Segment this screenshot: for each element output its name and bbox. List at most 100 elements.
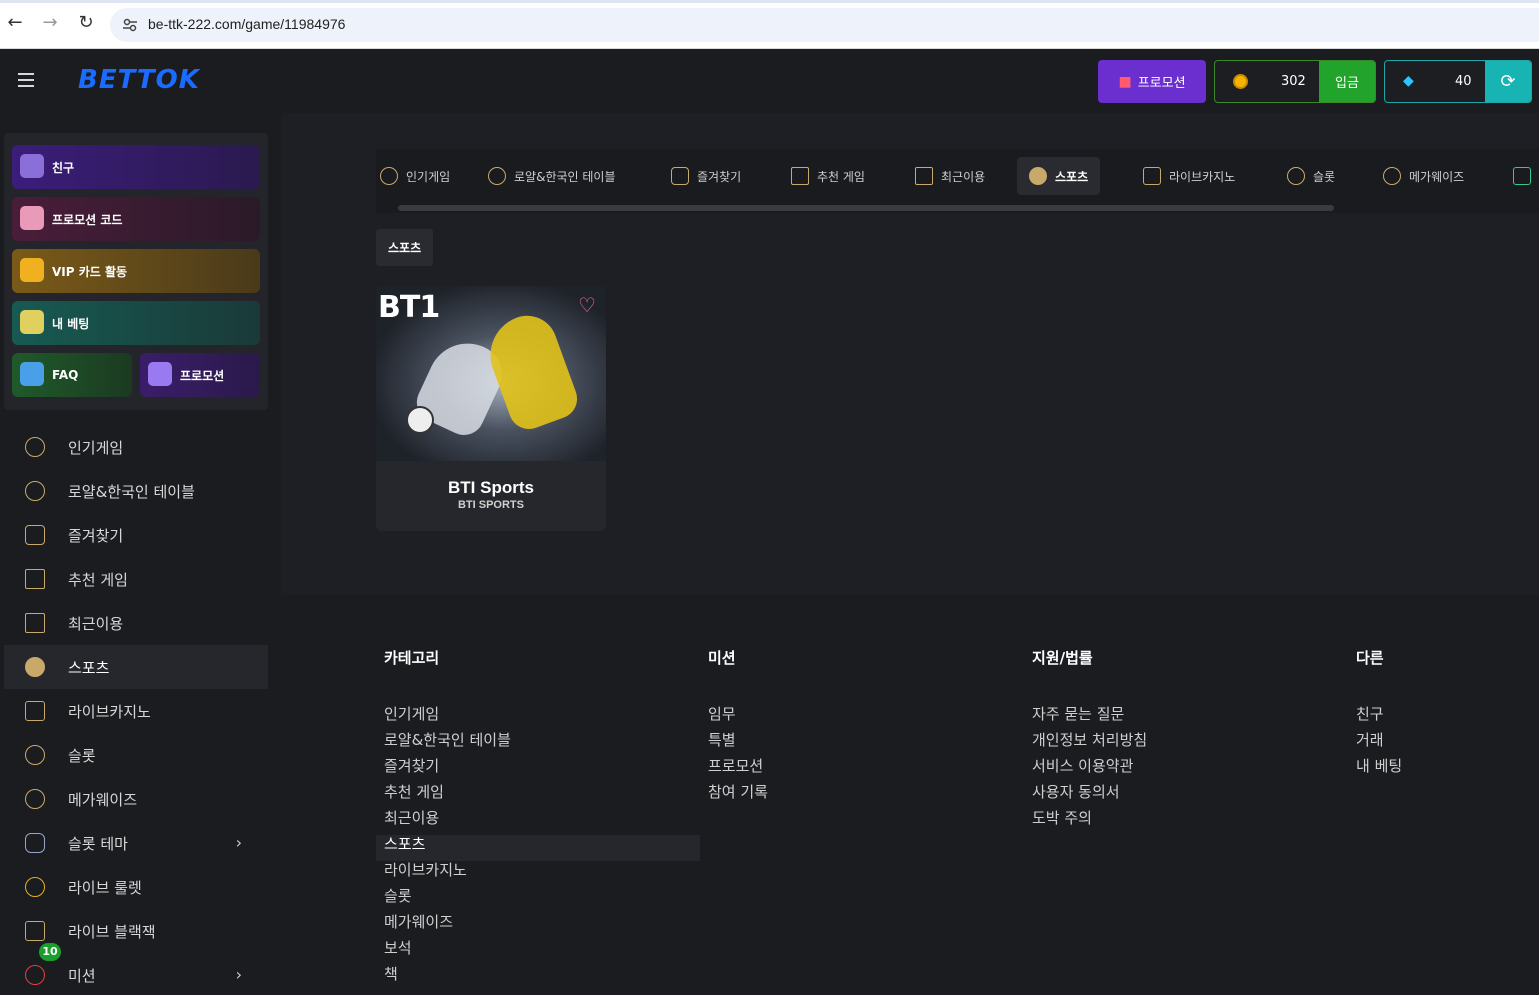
- chevron-right-icon[interactable]: ›: [236, 965, 242, 984]
- gamepad-icon: [25, 833, 45, 853]
- sidebar-item-favorites[interactable]: 즐겨찾기: [4, 513, 268, 557]
- tab-recent[interactable]: 최근이용: [903, 157, 997, 195]
- sidebar-item-mission[interactable]: 10 미션 ›: [4, 943, 268, 995]
- deposit-button[interactable]: 입금: [1319, 61, 1375, 102]
- sidebar-item-label: 슬롯 테마: [68, 834, 128, 853]
- footer-link[interactable]: 로얄&한국인 테이블: [376, 731, 700, 757]
- forward-icon[interactable]: →: [40, 13, 60, 33]
- back-icon[interactable]: ←: [5, 13, 25, 33]
- address-bar[interactable]: be-ttk-222.com/game/11984976: [110, 8, 1539, 42]
- sidebar-item-sports[interactable]: 스포츠: [4, 645, 268, 689]
- popular-icon: [25, 437, 45, 457]
- header-promotion-button[interactable]: ■ 프로모션: [1098, 60, 1206, 103]
- home-icon: [25, 569, 45, 589]
- favorite-heart-icon[interactable]: ♡: [576, 294, 598, 316]
- tab-favorites[interactable]: 즐겨찾기: [659, 157, 753, 195]
- tab-label: 추천 게임: [817, 169, 865, 184]
- reload-icon[interactable]: ↻: [76, 13, 96, 33]
- footer-link[interactable]: 인기게임: [376, 705, 700, 731]
- sidebar-item-royal-table[interactable]: 로얄&한국인 테이블: [4, 469, 268, 513]
- footer-link[interactable]: 즐겨찾기: [376, 757, 700, 783]
- tab-popular[interactable]: 인기게임: [376, 157, 462, 195]
- target-icon: [25, 965, 45, 985]
- footer-link[interactable]: 자주 묻는 질문: [1024, 705, 1324, 731]
- tab-recommended[interactable]: 추천 게임: [779, 157, 877, 195]
- footer-link[interactable]: 참여 기록: [700, 783, 1000, 809]
- footer-link[interactable]: 책: [376, 965, 700, 991]
- tab-more[interactable]: [1501, 157, 1539, 195]
- category-tab-bar: 인기게임 로얄&한국인 테이블 즐겨찾기 추천 게임 최근이용 스포츠 라이브카…: [376, 149, 1539, 213]
- tab-slots[interactable]: 슬롯: [1275, 157, 1347, 195]
- heart-outline-icon: [25, 525, 45, 545]
- sidebar-item-popular[interactable]: 인기게임: [4, 425, 268, 469]
- url-text[interactable]: be-ttk-222.com/game/11984976: [148, 16, 345, 32]
- sidebar-item-live-roulette[interactable]: 라이브 룰렛: [4, 865, 268, 909]
- tab-label: 슬롯: [1313, 169, 1336, 184]
- coin-balance-box: 302 입금: [1214, 60, 1376, 103]
- tab-sports[interactable]: 스포츠: [1017, 157, 1101, 195]
- promo-code-button[interactable]: 프로모션 코드: [12, 197, 260, 241]
- faq-button[interactable]: FAQ: [12, 353, 132, 397]
- tab-megaways[interactable]: 메가웨이즈: [1371, 157, 1476, 195]
- site-footer: 카테고리 인기게임 로얄&한국인 테이블 즐겨찾기 추천 게임 최근이용 스포츠…: [281, 595, 1539, 995]
- chart-icon: [915, 167, 933, 185]
- footer-link[interactable]: 최근이용: [376, 809, 700, 835]
- sidebar-item-label: 최근이용: [68, 614, 124, 633]
- sidebar-item-slot-theme[interactable]: 슬롯 테마 ›: [4, 821, 268, 865]
- game-card-bti-sports[interactable]: BT1 ♡ BTI Sports BTI SPORTS: [376, 286, 606, 531]
- sidebar-item-recent[interactable]: 최근이용: [4, 601, 268, 645]
- faq-label: FAQ: [52, 368, 79, 382]
- sidebar-item-megaways[interactable]: 메가웨이즈: [4, 777, 268, 821]
- sidebar-item-slots[interactable]: 슬롯: [4, 733, 268, 777]
- chevron-right-icon[interactable]: ›: [236, 833, 242, 852]
- sidebar-item-recommended[interactable]: 추천 게임: [4, 557, 268, 601]
- promotion-side-button[interactable]: 프로모션: [140, 353, 260, 397]
- promo-code-label: 프로모션 코드: [52, 212, 123, 227]
- sidebar-item-label: 라이브 룰렛: [68, 878, 142, 897]
- sidebar-item-live-casino[interactable]: 라이브카지노: [4, 689, 268, 733]
- footer-link[interactable]: 보석: [376, 939, 700, 965]
- footer-link[interactable]: 친구: [1348, 705, 1528, 731]
- footer-mission-title: 미션: [708, 649, 736, 667]
- footer-link[interactable]: 도박 주의: [1024, 809, 1324, 835]
- sidebar-item-label: 메가웨이즈: [68, 790, 138, 809]
- player-illustration: [479, 307, 583, 435]
- site-logo[interactable]: BETTOK: [78, 65, 200, 95]
- friend-button[interactable]: 친구: [12, 145, 260, 189]
- footer-other-column: 다른 친구 거래 내 베팅: [1348, 647, 1528, 783]
- footer-link[interactable]: 프로모션: [700, 757, 1000, 783]
- footer-link[interactable]: 내 베팅: [1348, 757, 1528, 783]
- footer-link[interactable]: 거래: [1348, 731, 1528, 757]
- tab-live-casino[interactable]: 라이브카지노: [1131, 157, 1247, 195]
- sidebar: 친구 프로모션 코드 VIP 카드 활동 내 베팅 FAQ 프로모션 인기게임 …: [0, 113, 281, 995]
- footer-link-active[interactable]: 스포츠: [376, 835, 700, 861]
- footer-link[interactable]: 사용자 동의서: [1024, 783, 1324, 809]
- tab-royal-table[interactable]: 로얄&한국인 테이블: [476, 157, 628, 195]
- footer-link[interactable]: 슬롯: [376, 887, 700, 913]
- footer-link[interactable]: 라이브카지노: [376, 861, 700, 887]
- footer-support-column: 지원/법률 자주 묻는 질문 개인정보 처리방침 서비스 이용약관 사용자 동의…: [1024, 647, 1324, 835]
- game-thumbnail[interactable]: BT1 ♡: [376, 286, 606, 461]
- footer-other-title: 다른: [1356, 649, 1384, 667]
- footer-link[interactable]: 임무: [700, 705, 1000, 731]
- main-content: 인기게임 로얄&한국인 테이블 즐겨찾기 추천 게임 최근이용 스포츠 라이브카…: [281, 113, 1539, 595]
- footer-mission-column: 미션 임무 특별 프로모션 참여 기록: [700, 647, 1000, 809]
- mission-count-badge: 10: [39, 943, 61, 961]
- footer-link[interactable]: 추천 게임: [376, 783, 700, 809]
- menu-icon[interactable]: [18, 73, 34, 87]
- refresh-balance-button[interactable]: ⟳: [1485, 61, 1531, 102]
- vip-card-button[interactable]: VIP 카드 활동: [12, 249, 260, 293]
- footer-link[interactable]: 개인정보 처리방침: [1024, 731, 1324, 757]
- my-bets-button[interactable]: 내 베팅: [12, 301, 260, 345]
- sidebar-item-label: 라이브카지노: [68, 702, 151, 721]
- megaways-icon: [25, 789, 45, 809]
- game-provider: BTI SPORTS: [457, 499, 524, 511]
- site-settings-icon[interactable]: [122, 17, 138, 33]
- footer-link[interactable]: 메가웨이즈: [376, 913, 700, 939]
- royal-icon: [488, 167, 506, 185]
- footer-link[interactable]: 서비스 이용약관: [1024, 757, 1324, 783]
- sidebar-item-label: 로얄&한국인 테이블: [68, 482, 195, 501]
- gem-balance-box: ◆ 40 ⟳: [1384, 60, 1532, 103]
- footer-link[interactable]: 특별: [700, 731, 1000, 757]
- tab-scrollbar[interactable]: [398, 205, 1334, 211]
